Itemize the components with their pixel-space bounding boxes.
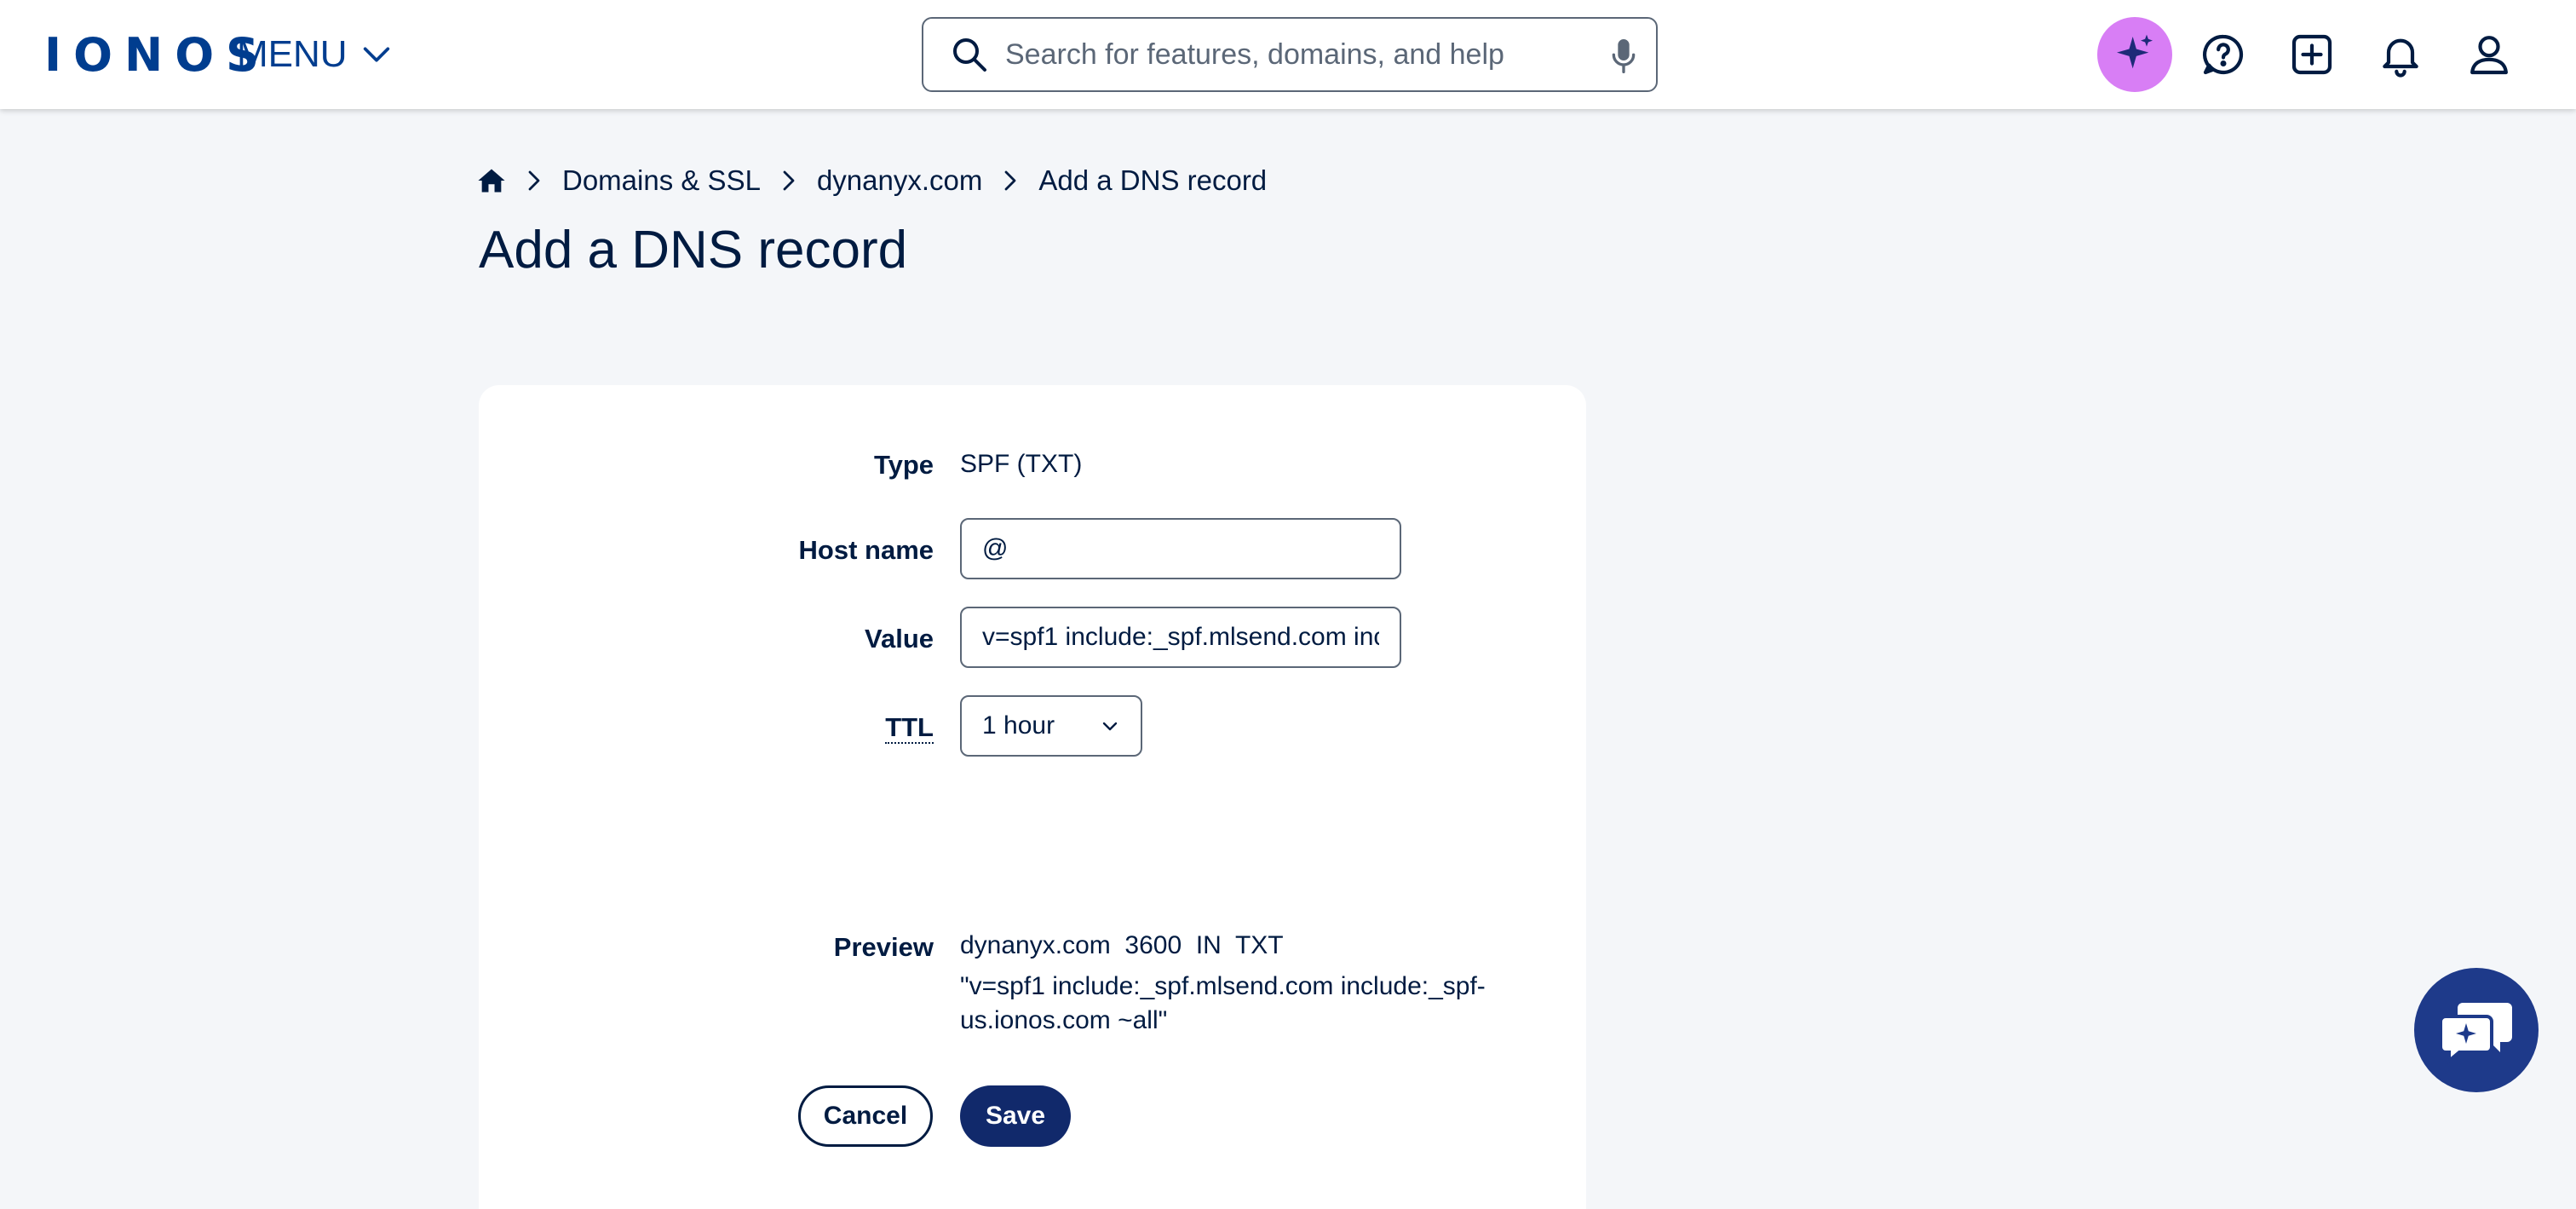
breadcrumb-current: Add a DNS record [1038, 164, 1268, 196]
top-header: IONOS MENU [0, 0, 2576, 109]
ai-assistant-button[interactable] [2097, 17, 2172, 92]
preview-value: "v=spf1 include:_spf.mlsend.com include:… [960, 972, 1486, 1034]
value-label: Value [865, 624, 934, 653]
help-button[interactable] [2186, 17, 2261, 92]
mic-icon[interactable] [1607, 37, 1641, 75]
type-label: Type [873, 450, 934, 480]
chat-assistant-button[interactable] [2414, 968, 2539, 1092]
search-icon [953, 38, 986, 72]
notifications-button[interactable] [2363, 17, 2438, 92]
host-name-label: Host name [798, 535, 934, 565]
breadcrumb-domain[interactable]: dynanyx.com [817, 164, 982, 197]
value-input[interactable] [960, 607, 1401, 668]
preview-record: dynanyx.com 3600 IN TXT [960, 931, 1284, 959]
breadcrumb-domains[interactable]: Domains & SSL [562, 164, 761, 197]
add-button[interactable] [2274, 17, 2349, 92]
type-value: SPF (TXT) [960, 450, 1083, 478]
account-button[interactable] [2452, 17, 2527, 92]
chevron-down-icon [363, 47, 389, 62]
menu-button[interactable]: MENU [237, 29, 394, 80]
ttl-select[interactable]: 1 hour [960, 695, 1142, 757]
chat-icon [2439, 1003, 2512, 1065]
chevron-right-icon [1005, 170, 1016, 191]
ttl-label[interactable]: TTL [885, 712, 934, 744]
search-input[interactable] [1005, 29, 1601, 80]
breadcrumb: Domains & SSL dynanyx.com Add a DNS reco… [477, 162, 1267, 199]
cancel-button[interactable]: Cancel [798, 1085, 933, 1147]
menu-label: MENU [237, 33, 348, 75]
ai-sparkle-icon [2117, 34, 2153, 69]
save-button[interactable]: Save [960, 1085, 1071, 1147]
host-name-input[interactable] [960, 518, 1401, 579]
chevron-down-icon [1102, 722, 1118, 731]
add-icon [2291, 34, 2332, 75]
user-icon [2470, 36, 2508, 75]
help-icon [2203, 34, 2244, 75]
chevron-right-icon [783, 170, 795, 191]
page-title: Add a DNS record [479, 221, 908, 279]
bell-icon [2383, 38, 2418, 78]
search-box[interactable] [922, 17, 1658, 92]
ttl-selected-value: 1 hour [982, 711, 1055, 740]
chevron-right-icon [528, 170, 540, 191]
ttl-label-row: TTL [678, 712, 934, 744]
home-icon[interactable] [477, 166, 506, 195]
header-actions [2097, 17, 2540, 92]
preview-label: Preview [833, 932, 934, 962]
